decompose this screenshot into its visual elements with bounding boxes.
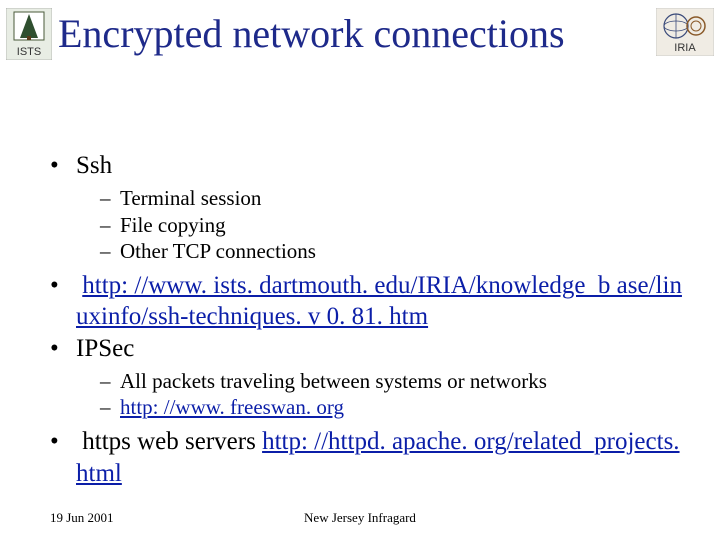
sub-terminal-session: Terminal session xyxy=(100,185,690,211)
sub-other-tcp: Other TCP connections xyxy=(100,238,690,264)
sub-ipsec-link-item: http: //www. freeswan. org xyxy=(100,394,690,420)
bullet-ssh: Ssh Terminal session File copying Other … xyxy=(50,150,690,264)
iria-logo: IRIA xyxy=(656,8,714,56)
bullet-https-label: https web servers xyxy=(82,428,256,455)
bullet-ssh-text: Ssh xyxy=(76,152,112,179)
bullet-ipsec: IPSec All packets traveling between syst… xyxy=(50,333,690,421)
iria-logo-caption: IRIA xyxy=(674,42,696,54)
link-freeswan[interactable]: http: //www. freeswan. org xyxy=(120,395,344,419)
ists-logo: ISTS xyxy=(6,8,52,60)
bullet-https: https web servers http: //httpd. apache.… xyxy=(50,426,690,489)
sub-file-copying: File copying xyxy=(100,212,690,238)
link-ssh-techniques[interactable]: http: //www. ists. dartmouth. edu/IRIA/k… xyxy=(76,272,682,330)
bullet-ipsec-text: IPSec xyxy=(76,335,134,362)
slide-header: ISTS Encrypted network connections IRIA xyxy=(0,0,720,70)
footer-center: New Jersey Infragard xyxy=(0,510,720,526)
bullet-link-ssh-techniques: http: //www. ists. dartmouth. edu/IRIA/k… xyxy=(50,270,690,333)
slide-title: Encrypted network connections xyxy=(58,10,565,57)
sub-ipsec-desc: All packets traveling between systems or… xyxy=(100,368,690,394)
slide-content: Ssh Terminal session File copying Other … xyxy=(50,150,690,489)
ists-logo-caption: ISTS xyxy=(17,46,41,58)
